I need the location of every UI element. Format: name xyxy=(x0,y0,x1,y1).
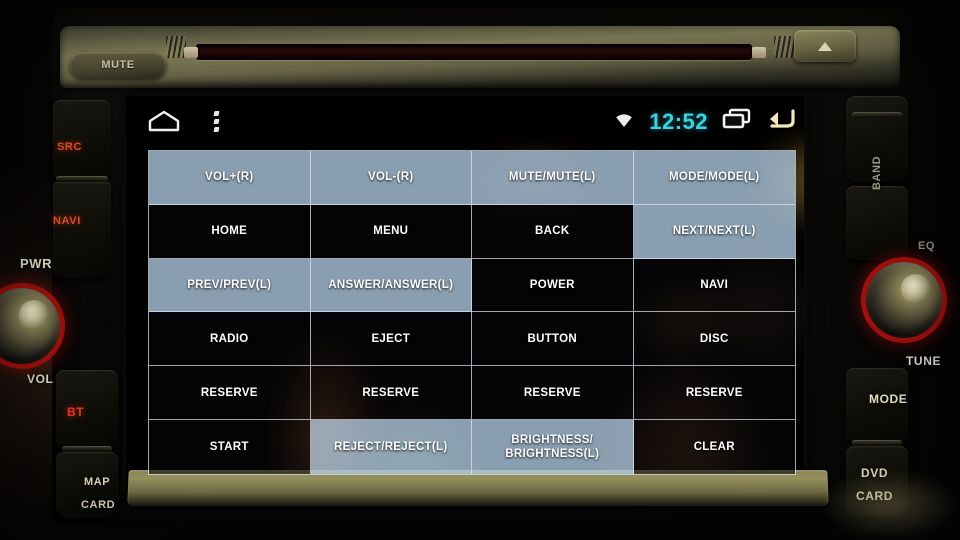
grid-cell[interactable]: RESERVE xyxy=(310,366,472,421)
band-label: BAND xyxy=(871,155,883,190)
navi-hardware-button[interactable] xyxy=(53,182,111,278)
tune-knob[interactable] xyxy=(866,262,942,338)
src-label: SRC xyxy=(57,141,83,153)
screenshot-stage: MUTE SRC NAVI PWR VOL BT MAP CARD BAND E… xyxy=(0,0,960,540)
grid-cell[interactable]: BUTTON xyxy=(472,312,634,367)
grid-cell[interactable]: POWER xyxy=(472,258,634,313)
eq-hardware-button[interactable] xyxy=(846,186,908,260)
bottom-bezel-strip xyxy=(127,470,829,507)
bt-hardware-button[interactable] xyxy=(56,370,118,448)
cd-slot xyxy=(196,44,752,60)
grid-cell[interactable]: NAVI xyxy=(633,258,795,313)
navi-label: NAVI xyxy=(53,215,81,227)
grid-cell[interactable]: CLEAR xyxy=(633,420,795,474)
status-bar-right-group: 12:52 xyxy=(613,108,796,135)
grid-cell[interactable]: MUTE/MUTE(L) xyxy=(472,151,634,205)
grid-cell[interactable]: MODE/MODE(L) xyxy=(633,151,795,205)
grid-cell[interactable]: NEXT/NEXT(L) xyxy=(633,204,795,259)
status-bar-clock: 12:52 xyxy=(649,108,708,134)
volume-knob[interactable] xyxy=(0,288,60,364)
eject-hardware-button[interactable] xyxy=(794,30,856,62)
lcd-touchscreen[interactable]: 12:52 VOL+(R) VOL-(R) MUTE/MUTE(L) MODE/MOD… xyxy=(126,96,804,486)
grid-cell[interactable]: DISC xyxy=(633,312,795,367)
map-label: MAP xyxy=(84,476,111,488)
vol-label: VOL xyxy=(27,372,54,386)
cd-slot-nub-right xyxy=(752,47,766,58)
background-carpet xyxy=(820,470,960,540)
grid-cell[interactable]: RESERVE xyxy=(472,366,634,421)
grid-cell[interactable]: VOL+(R) xyxy=(149,151,311,205)
mute-hardware-button[interactable]: MUTE xyxy=(70,52,166,78)
overflow-menu-icon[interactable] xyxy=(213,110,220,132)
grid-cell[interactable]: BRIGHTNESS/BRIGHTNESS(L) xyxy=(472,420,634,474)
bezel-texture-right xyxy=(774,36,794,58)
pwr-label: PWR xyxy=(20,256,53,271)
grid-cell[interactable]: EJECT xyxy=(310,312,472,367)
key-mapping-grid: VOL+(R) VOL-(R) MUTE/MUTE(L) MODE/MODE(L) HO… xyxy=(148,150,796,475)
back-arrow-icon[interactable] xyxy=(766,108,796,135)
grid-cell[interactable]: REJECT/REJECT(L) xyxy=(310,420,472,474)
status-bar-left-group xyxy=(148,110,220,132)
home-icon[interactable] xyxy=(148,110,180,132)
src-hardware-button[interactable] xyxy=(53,100,111,178)
grid-cell[interactable]: HOME xyxy=(149,204,311,259)
mute-button-label: MUTE xyxy=(101,59,135,71)
grid-cell[interactable]: BACK xyxy=(472,204,634,259)
bezel-texture-left xyxy=(166,36,186,58)
grid-cell[interactable]: MENU xyxy=(310,204,472,259)
cd-slot-nub-left xyxy=(184,47,198,58)
eject-icon xyxy=(818,41,832,51)
bt-label: BT xyxy=(67,405,85,419)
right-button-divider-1 xyxy=(852,112,902,118)
grid-cell[interactable]: RESERVE xyxy=(149,366,311,421)
grid-cell[interactable]: ANSWER/ANSWER(L) xyxy=(310,258,472,313)
eq-label: EQ xyxy=(918,240,936,252)
mode-label: MODE xyxy=(869,392,908,406)
grid-cell[interactable]: RESERVE xyxy=(633,366,795,421)
android-status-bar: 12:52 xyxy=(126,96,804,150)
card-label: CARD xyxy=(81,499,116,511)
grid-cell[interactable]: RADIO xyxy=(149,312,311,367)
grid-cell[interactable]: PREV/PREV(L) xyxy=(149,258,311,313)
grid-cell[interactable]: START xyxy=(149,420,311,474)
wifi-icon xyxy=(613,111,635,133)
knob-highlight xyxy=(18,300,49,331)
grid-cell[interactable]: VOL-(R) xyxy=(310,151,472,205)
recent-apps-icon[interactable] xyxy=(722,108,752,135)
tune-label: TUNE xyxy=(906,354,942,368)
knob-highlight-right xyxy=(900,274,931,305)
